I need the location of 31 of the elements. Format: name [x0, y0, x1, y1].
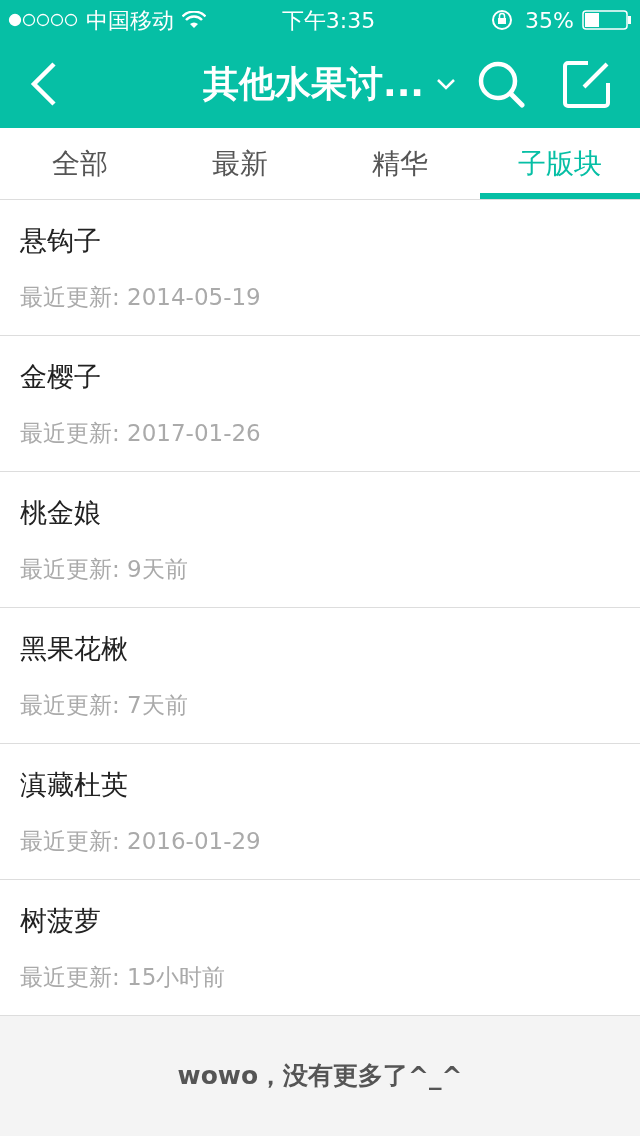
subforum-name: 黑果花楸: [20, 632, 128, 666]
subforum-name: 滇藏杜英: [20, 768, 128, 802]
carrier-name: 中国移动: [86, 6, 174, 35]
last-updated: 最近更新: 2017-01-26: [20, 418, 261, 448]
last-updated: 最近更新: 7天前: [20, 690, 188, 720]
subforum-name: 金樱子: [20, 360, 101, 394]
last-updated: 最近更新: 2016-01-29: [20, 826, 261, 856]
no-more-message: wowo，没有更多了^_^: [177, 1060, 463, 1093]
last-updated: 最近更新: 9天前: [20, 554, 188, 584]
battery-percent: 35%: [525, 6, 574, 35]
subforum-item[interactable]: 桃金娘 最近更新: 9天前: [0, 472, 640, 608]
subforum-name: 树菠萝: [20, 904, 101, 938]
rotation-lock-icon: [491, 9, 514, 31]
wifi-icon: [182, 11, 206, 29]
last-updated: 最近更新: 2014-05-19: [20, 282, 261, 312]
tab[interactable]: 精华: [320, 128, 480, 199]
subforum-item[interactable]: 悬钩子 最近更新: 2014-05-19: [0, 200, 640, 336]
subforum-item[interactable]: 黑果花楸 最近更新: 7天前: [0, 608, 640, 744]
clock: 下午3:35: [280, 6, 377, 35]
compose-button[interactable]: [562, 59, 612, 109]
subforum-item[interactable]: 滇藏杜英 最近更新: 2016-01-29: [0, 744, 640, 880]
subforum-item[interactable]: 金樱子 最近更新: 2017-01-26: [0, 336, 640, 472]
last-updated: 最近更新: 15小时前: [20, 962, 226, 992]
signal-icon: [8, 13, 78, 27]
tab[interactable]: 最新: [160, 128, 320, 199]
subforum-name: 桃金娘: [20, 496, 101, 530]
battery-icon: [582, 10, 632, 30]
tab[interactable]: 全部: [0, 128, 160, 199]
subforum-name: 悬钩子: [20, 224, 101, 258]
search-button[interactable]: [476, 59, 526, 109]
caret-icon: [436, 78, 456, 90]
